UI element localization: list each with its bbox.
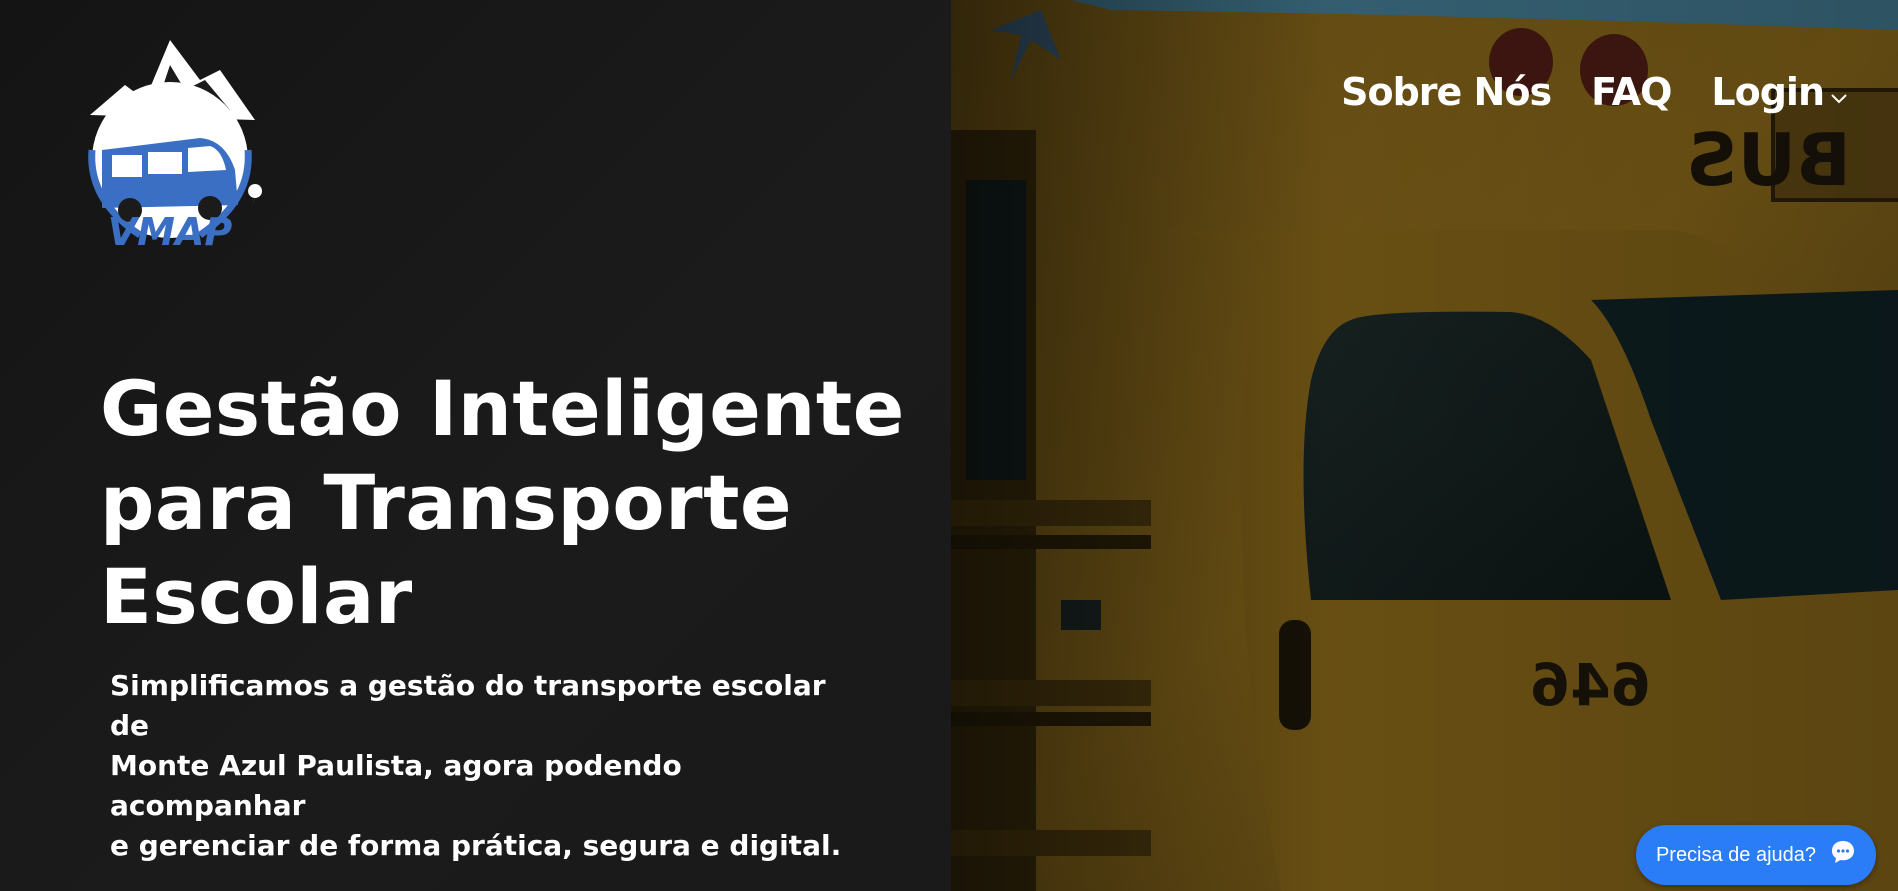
- vmap-logo[interactable]: VMAP: [70, 30, 270, 254]
- logo-text: VMAP: [108, 210, 233, 250]
- top-navigation: Sobre Nós FAQ Login: [1341, 70, 1848, 114]
- nav-login-dropdown[interactable]: Login: [1711, 70, 1848, 114]
- hero-subtitle-line: de: [110, 709, 150, 742]
- hero-title-line: Gestão Inteligente: [100, 364, 905, 453]
- chevron-down-icon: [1830, 70, 1848, 114]
- hero-subtitle-line: Monte Azul Paulista, agora podendo: [110, 749, 682, 782]
- nav-link-faq[interactable]: FAQ: [1591, 70, 1672, 114]
- nav-login-label: Login: [1711, 70, 1825, 114]
- hero-bus-photo: BUS 646: [951, 0, 1898, 891]
- chat-bubble-icon: [1830, 839, 1856, 871]
- help-chat-button[interactable]: Precisa de ajuda?: [1636, 825, 1876, 885]
- hero-title-line: para Transporte: [100, 458, 792, 547]
- nav-link-sobre-nos[interactable]: Sobre Nós: [1341, 70, 1552, 114]
- hero-title-line: Escolar: [100, 552, 413, 641]
- hero-subtitle-line: e gerenciar de forma prática, segura e d…: [110, 829, 842, 862]
- help-chat-label: Precisa de ajuda?: [1655, 843, 1817, 866]
- vmap-logo-graphic: VMAP: [88, 40, 263, 254]
- hero-subtitle: Simplificamos a gestão do transporte esc…: [110, 666, 890, 866]
- hero-subtitle-line: acompanhar: [110, 789, 306, 822]
- hero-title: Gestão Inteligente para Transporte Escol…: [100, 362, 920, 644]
- hero-subtitle-line: Simplificamos a gestão do transporte esc…: [110, 669, 826, 702]
